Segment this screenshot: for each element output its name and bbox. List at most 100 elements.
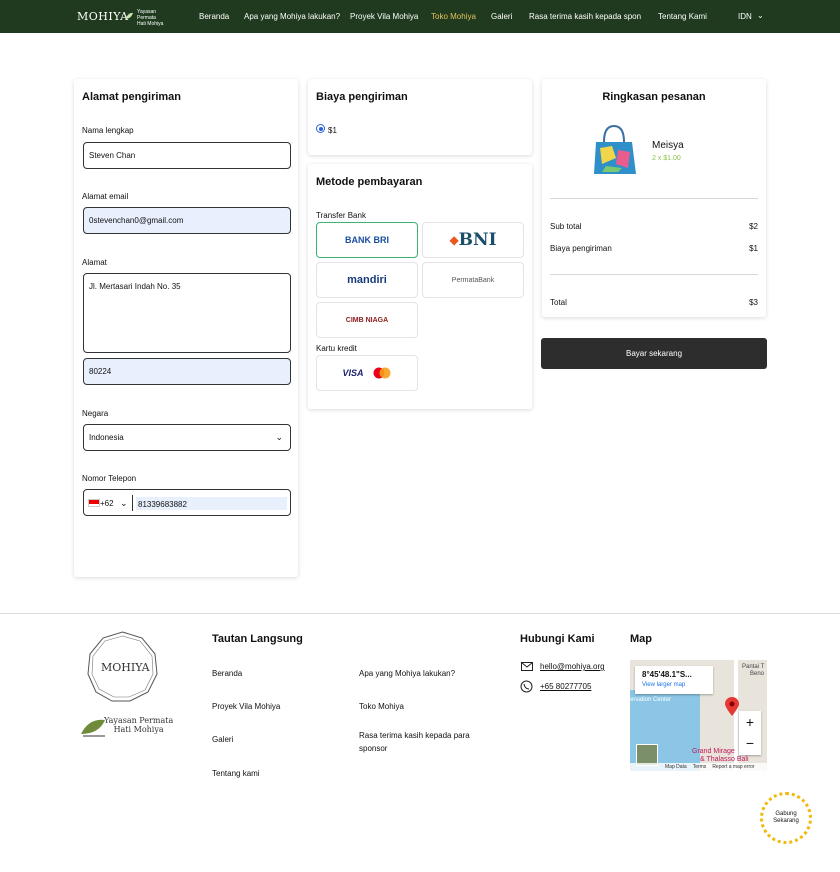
footer-org-name: Yayasan Permata Hati Mohiya [104, 716, 173, 734]
country-value: Indonesia [89, 433, 124, 442]
bri-logo: BANK BRI [345, 235, 389, 245]
org-name-line2: Hati Mohiya [137, 21, 164, 27]
map-coords: 8°45'48.1"S... [642, 670, 692, 679]
phone-divider [132, 495, 133, 511]
top-navbar: MOHIYA Yayasan Permata Hati Mohiya Beran… [0, 0, 840, 33]
product-qty: 2 x $1.00 [652, 155, 681, 162]
name-input[interactable]: Steven Chan [83, 142, 291, 169]
phone-field: +62 ⌄ 81339683882 [83, 489, 291, 516]
address-card: Alamat pengiriman Nama lengkap Steven Ch… [74, 79, 298, 577]
nav-beranda[interactable]: Beranda [199, 12, 229, 21]
credit-card-option[interactable]: VISA [316, 355, 418, 391]
nav-apa-yang[interactable]: Apa yang Mohiya lakukan? [244, 12, 340, 21]
product-name: Meisya [652, 140, 684, 151]
map-data-text: Map Data [665, 764, 687, 770]
links-title: Tautan Langsung [212, 633, 303, 645]
view-larger-map-link[interactable]: View larger map [642, 682, 706, 688]
footer-link-sponsor[interactable]: Rasa terima kasih kepada para sponsor [359, 729, 479, 755]
map-place: Grand Mirage [692, 748, 735, 755]
bni-logo: BNI [458, 230, 497, 250]
visa-logo: VISA [342, 368, 364, 378]
map-place: Beno [750, 671, 765, 677]
org-logo[interactable]: Yayasan Permata Hati Mohiya [124, 9, 174, 27]
subtotal-label: Sub total [550, 222, 582, 231]
map-report-link[interactable]: Report a map error [712, 764, 754, 770]
country-select[interactable]: Indonesia ⌄ [83, 424, 291, 451]
summary-title: Ringkasan pesanan [602, 91, 706, 103]
mohiya-logo[interactable]: MOHIYA [77, 10, 129, 23]
footer-link-beranda[interactable]: Beranda [212, 669, 242, 678]
bank-permata-option[interactable]: PermataBank [422, 262, 524, 298]
map-info-box: 8°45'48.1"S... View larger map [635, 666, 713, 694]
total-row: Total $3 [550, 298, 758, 307]
map-footer: Map Data Terms Report a map error [630, 763, 767, 771]
indonesia-flag-icon [88, 499, 100, 507]
join-now-badge[interactable]: Gabung Sekarang [760, 792, 812, 844]
email-input[interactable]: 0stevenchan0@gmail.com [83, 207, 291, 234]
map-terms-link[interactable]: Terms [693, 764, 707, 770]
nav-toko[interactable]: Toko Mohiya [431, 12, 476, 21]
footer-link-toko[interactable]: Toko Mohiya [359, 702, 404, 711]
transfer-label: Transfer Bank [316, 211, 366, 220]
shipping-title: Biaya pengiriman [316, 91, 408, 103]
credit-card-label: Kartu kredit [316, 344, 357, 353]
badge-line2: Sekarang [773, 818, 799, 824]
nav-sponsor[interactable]: Rasa terima kasih kepada sponsor [529, 12, 641, 21]
nav-galeri[interactable]: Galeri [491, 12, 512, 21]
country-label: Negara [82, 409, 109, 418]
map-zoom-controls: + − [739, 711, 761, 755]
phone-label: Nomor Telepon [82, 474, 137, 483]
email-label: Alamat email [82, 192, 129, 201]
map-place: & Thalasso Bali [700, 756, 749, 763]
payment-title: Metode pembayaran [316, 176, 423, 188]
badge-line1: Gabung [775, 811, 797, 817]
bank-mandiri-option[interactable]: mandiri [316, 262, 418, 298]
shipping-row: Biaya pengiriman $1 [550, 244, 758, 253]
chevron-down-icon[interactable]: ⌄ [120, 498, 128, 509]
shipping-card: Biaya pengiriman $1 [308, 79, 532, 155]
footer-link-galeri[interactable]: Galeri [212, 735, 233, 744]
shipping-radio[interactable] [316, 124, 325, 133]
contact-email-link[interactable]: hello@mohiya.org [540, 662, 605, 671]
footer-link-tentang[interactable]: Tentang kami [212, 769, 260, 778]
divider [550, 274, 758, 275]
leaf-icon [81, 719, 105, 737]
map-pin-icon [725, 697, 739, 716]
bni-icon: ◆ [449, 233, 459, 247]
divider [550, 198, 758, 199]
bank-cimb-option[interactable]: CIMB NIAGA [316, 302, 418, 338]
shipping-option[interactable]: $1 [328, 126, 337, 135]
map-place: ervation Center [630, 697, 672, 703]
address-textarea[interactable]: Jl. Mertasari Indah No. 35 [83, 273, 291, 353]
pay-now-button[interactable]: Bayar sekarang [541, 338, 767, 369]
footer-org-line1: Yayasan Permata [104, 716, 174, 725]
product-bag-image [594, 124, 636, 174]
embedded-map[interactable]: 8°45'48.1"S... View larger map Pantai T … [630, 660, 767, 771]
bank-bni-option[interactable]: ◆ BNI [422, 222, 524, 258]
chevron-down-icon[interactable]: ⌄ [757, 11, 764, 20]
zoom-out-icon[interactable]: − [739, 733, 761, 753]
shipping-label: Biaya pengiriman [550, 244, 612, 253]
order-summary-card: Ringkasan pesanan Meisya 2 x $1.00 Sub t… [542, 79, 766, 317]
nav-tentang[interactable]: Tentang Kami [658, 12, 707, 21]
subtotal-row: Sub total $2 [550, 222, 758, 231]
phone-input[interactable]: 81339683882 [136, 497, 287, 510]
zoom-in-icon[interactable]: + [739, 711, 761, 733]
bank-bri-option[interactable]: BANK BRI [316, 222, 418, 258]
footer-org-line2: Hati Mohiya [113, 725, 164, 734]
payment-card: Metode pembayaran Transfer Bank BANK BRI… [308, 164, 532, 409]
footer-link-proyek[interactable]: Proyek Vila Mohiya [212, 702, 280, 711]
language-select[interactable]: IDN [738, 12, 752, 21]
leaf-icon [125, 12, 133, 19]
contact-title: Hubungi Kami [520, 633, 595, 645]
cimb-logo: CIMB NIAGA [345, 316, 389, 324]
phone-code[interactable]: +62 [100, 499, 114, 508]
footer-link-apa[interactable]: Apa yang Mohiya lakukan? [359, 669, 455, 678]
map-title: Map [630, 633, 652, 645]
address-title: Alamat pengiriman [82, 91, 182, 103]
contact-phone-link[interactable]: +65 80277705 [540, 682, 591, 691]
nav-proyek[interactable]: Proyek Vila Mohiya [350, 12, 418, 21]
postal-code-input[interactable]: 80224 [83, 358, 291, 385]
map-place: Pantai T [742, 664, 765, 670]
mandiri-logo: mandiri [347, 274, 387, 286]
